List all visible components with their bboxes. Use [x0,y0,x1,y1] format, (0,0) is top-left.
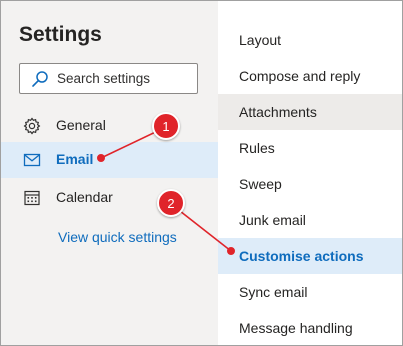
email-option-layout[interactable]: Layout [218,22,402,58]
email-option-attachments[interactable]: Attachments [218,94,402,130]
search-placeholder: Search settings [57,71,151,86]
email-option-label: Sweep [239,176,282,192]
nav-item-calendar[interactable]: Calendar [1,180,218,216]
nav-item-general[interactable]: General [1,108,218,144]
email-option-junk-email[interactable]: Junk email [218,202,402,238]
search-settings-input[interactable]: Search settings [19,63,198,94]
settings-nav-pane: Settings Search settings General Email C… [1,1,218,345]
nav-item-email[interactable]: Email [1,142,218,178]
email-option-sync-email[interactable]: Sync email [218,274,402,310]
callout-number: 2 [167,196,175,211]
email-option-label: Attachments [239,104,317,120]
callout-badge-2: 2 [157,189,185,217]
email-option-label: Compose and reply [239,68,361,84]
email-option-label: Rules [239,140,275,156]
email-option-sweep[interactable]: Sweep [218,166,402,202]
callout-badge-1: 1 [152,112,180,140]
search-icon [32,71,48,87]
email-option-label: Sync email [239,284,308,300]
email-option-customise-actions[interactable]: Customise actions [218,238,402,274]
settings-title: Settings [19,23,102,46]
email-option-label: Customise actions [239,248,364,264]
nav-label-general: General [56,117,106,133]
email-option-message-handling[interactable]: Message handling [218,310,402,345]
email-option-label: Layout [239,32,282,48]
email-option-label: Junk email [239,212,306,228]
email-option-label: Message handling [239,320,353,336]
nav-label-email: Email [56,151,94,167]
email-option-rules[interactable]: Rules [218,130,402,166]
nav-label-calendar: Calendar [56,189,113,205]
callout-number: 1 [162,119,170,134]
settings-window: Settings Search settings General Email C… [0,0,403,346]
email-option-compose-and-reply[interactable]: Compose and reply [218,58,402,94]
mail-icon [23,153,41,167]
calendar-icon [24,190,40,206]
gear-icon [23,117,41,135]
email-options-pane: Layout Compose and reply Attachments Rul… [218,1,402,345]
view-quick-settings-link[interactable]: View quick settings [58,229,177,245]
